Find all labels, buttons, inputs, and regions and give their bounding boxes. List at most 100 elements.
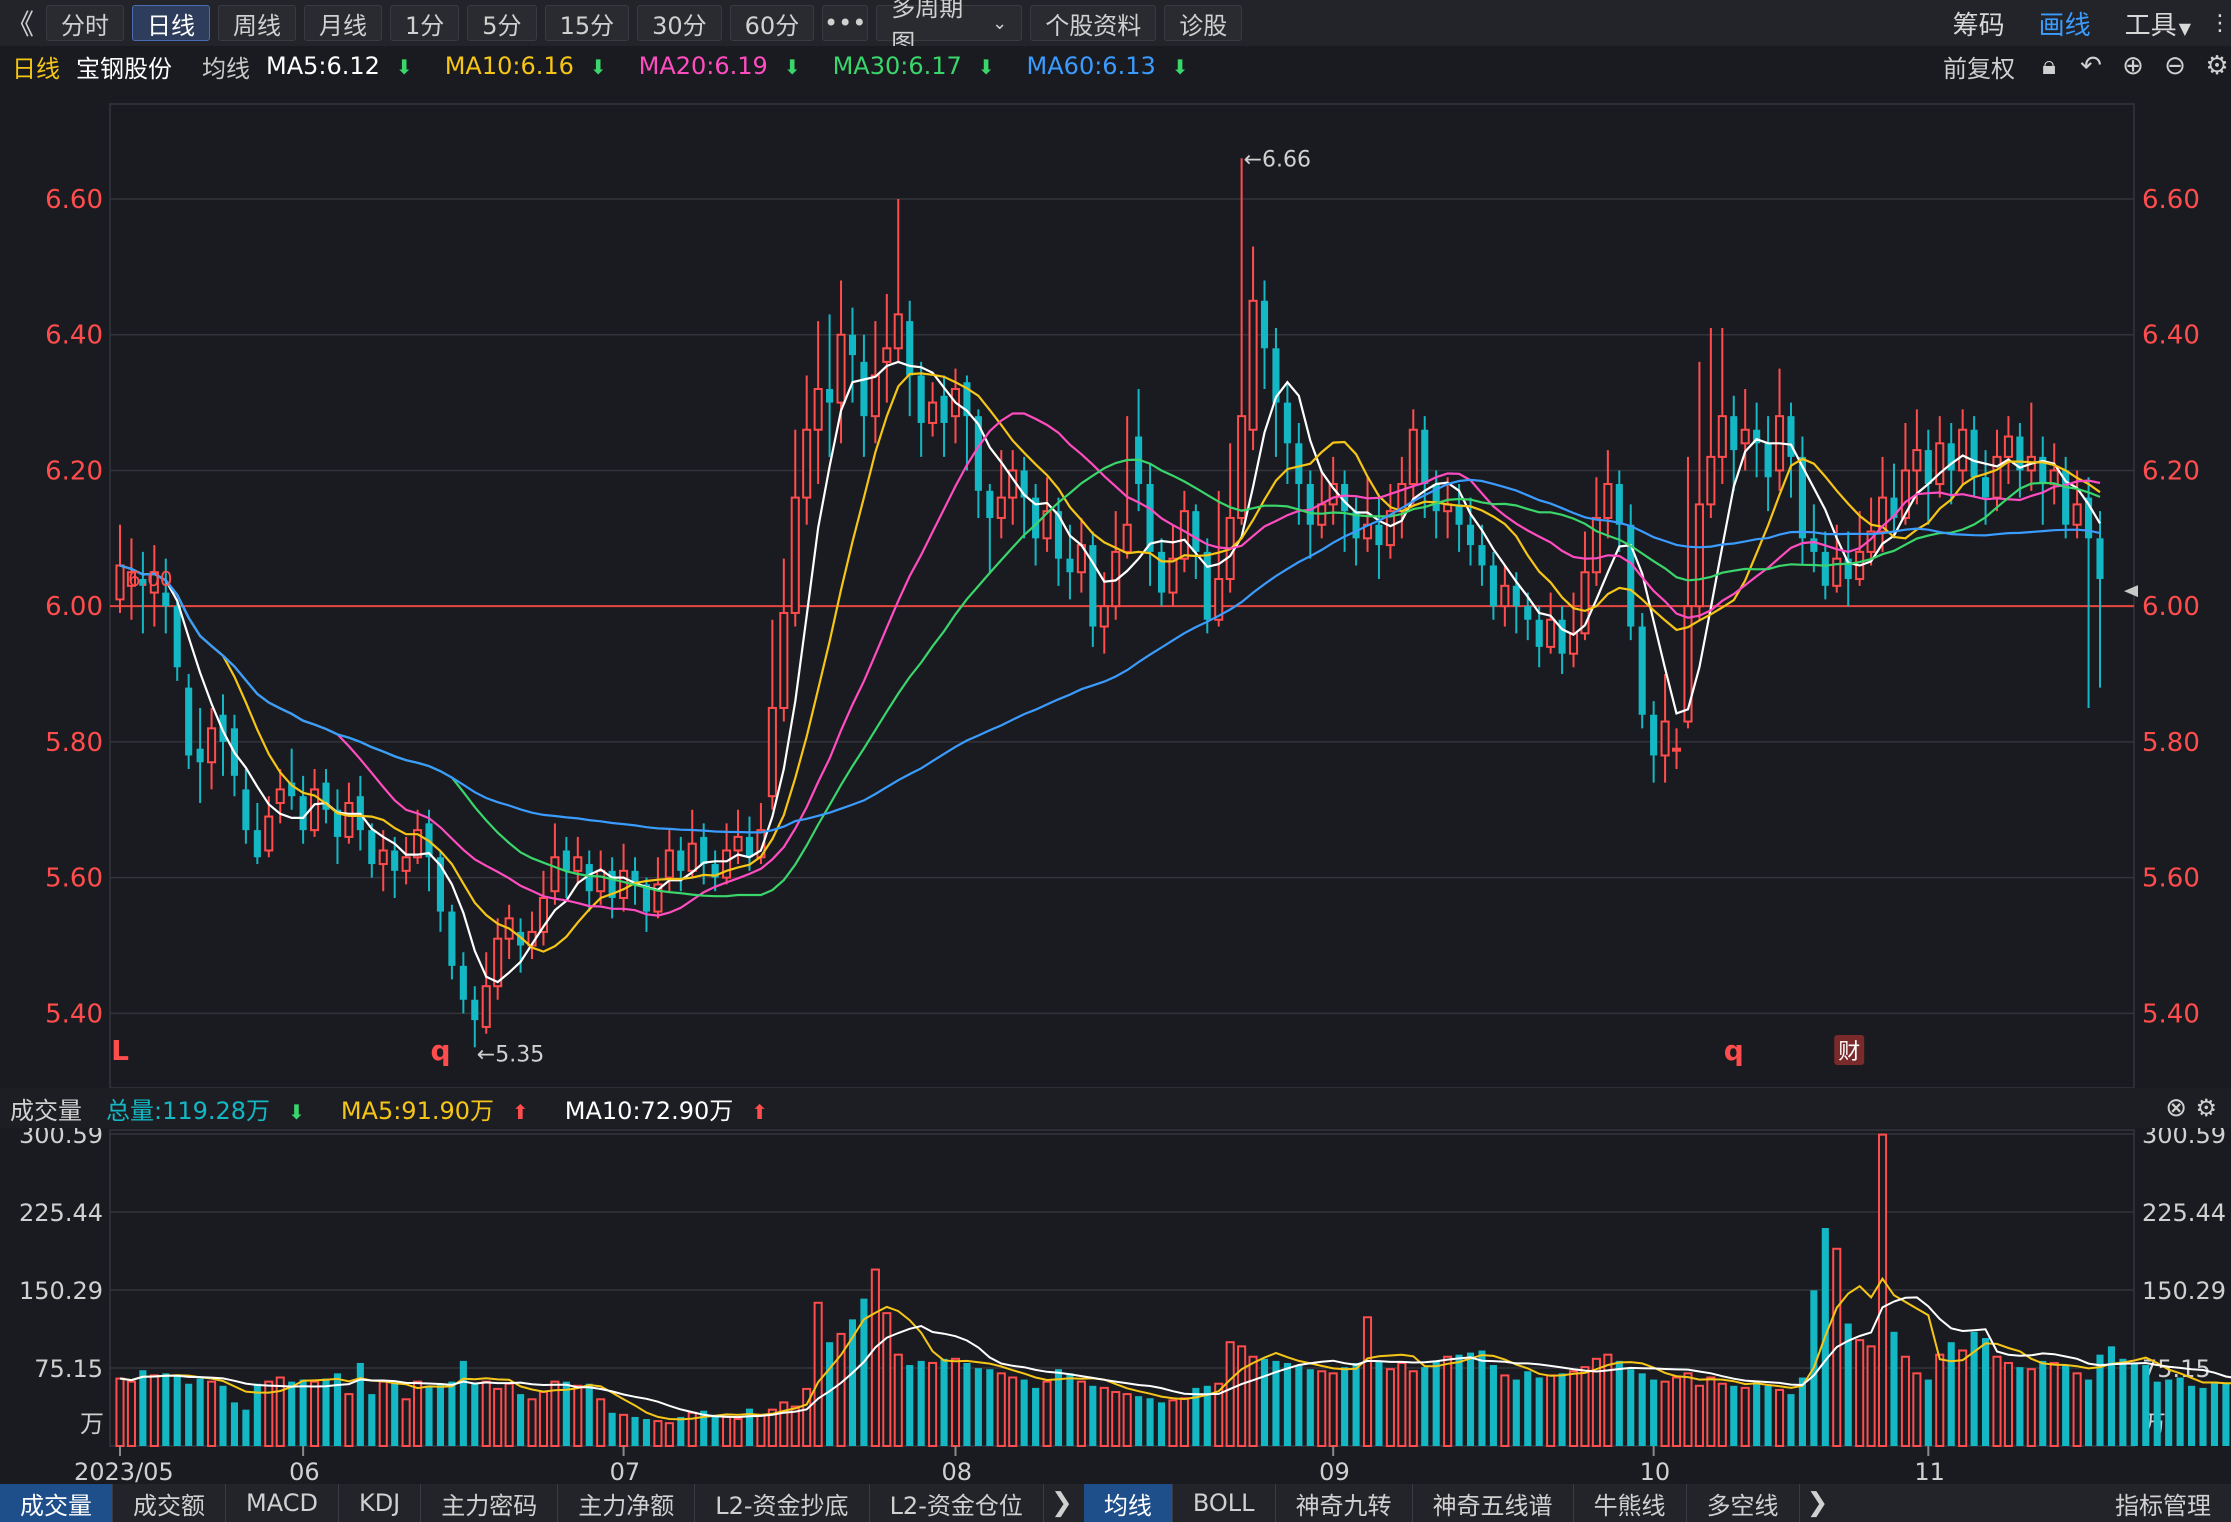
back-icon[interactable]: 《	[6, 3, 34, 43]
settings-icon[interactable]: ⚙	[2195, 1094, 2217, 1122]
indicator-tab[interactable]: 主力密码	[421, 1484, 559, 1522]
volume-tick-label-left: 300.59	[19, 1128, 103, 1149]
volume-bar-down	[2210, 1381, 2218, 1446]
volume-bar-up	[870, 1268, 880, 1447]
close-icon[interactable]: ⊗	[2165, 1093, 2187, 1123]
indicator-tab[interactable]: 主力净额	[558, 1484, 696, 1522]
zoom-in-icon[interactable]: ⊕	[2119, 51, 2147, 81]
volume-bar-down	[139, 1370, 147, 1446]
candle-body-down	[1066, 558, 1074, 573]
candle-body-up	[2003, 435, 2013, 458]
price-tick-label-right: 5.60	[2142, 864, 2200, 894]
volume-chart[interactable]: 300.59 300.59 225.44 225.44 150.29 150.29 75.1…	[0, 1128, 2231, 1484]
volume-bar-down	[1421, 1367, 1429, 1446]
indicator-tab[interactable]: KDJ	[339, 1484, 422, 1522]
volume-grid	[110, 1133, 2134, 1369]
period-button[interactable]: 1分	[390, 5, 460, 41]
period-button[interactable]: 日线	[132, 5, 210, 41]
indicator-tab[interactable]: L2-资金仓位	[870, 1484, 1044, 1522]
period-button[interactable]: 15分	[544, 5, 630, 41]
volume-bar-down	[917, 1360, 925, 1446]
period-button[interactable]: 周线	[218, 5, 296, 41]
indicator-tab[interactable]: 成交额	[113, 1484, 226, 1522]
candle-body-up	[687, 842, 697, 872]
candle-body-down	[562, 850, 570, 871]
candle-body-down	[1524, 606, 1532, 620]
corner-grip-icon[interactable]: ⋮	[2209, 11, 2231, 36]
chips-button[interactable]: 筹码	[1953, 5, 2005, 42]
month-label: 06	[289, 1458, 320, 1484]
zoom-out-icon[interactable]: ⊖	[2161, 51, 2189, 81]
volume-bar-up	[653, 1420, 663, 1447]
price-chart[interactable]: 6.60 6.60 6.40 6.40 6.20 6.20 6.00 6.00 5.80 5.80…	[0, 86, 2231, 1088]
candle-body-down	[1455, 504, 1463, 525]
settings-icon[interactable]: ⚙	[2203, 51, 2231, 81]
volume-bar-up	[1958, 1349, 1968, 1447]
ma10-legend: MA10:6.16 ⬇	[445, 52, 623, 80]
volume-bar-down	[906, 1365, 914, 1446]
candle-body-down	[253, 830, 261, 858]
indicator-tab[interactable]: 成交量	[0, 1484, 113, 1522]
candle-body-down	[1650, 714, 1658, 756]
volume-bar-up	[893, 1353, 903, 1447]
chevron-right-icon[interactable]: ❯	[1800, 1484, 1836, 1522]
indicator-tab[interactable]: 多空线	[1687, 1484, 1800, 1522]
lock-icon[interactable]: 🔒︎	[2035, 51, 2063, 81]
ma-label[interactable]: 均线	[202, 49, 250, 84]
candle-body-down	[2096, 538, 2104, 580]
draw-button[interactable]: 画线	[2039, 5, 2091, 42]
indicator-tab[interactable]: 神奇九转	[1276, 1484, 1413, 1522]
volume-bar-up	[1248, 1355, 1258, 1447]
candle-body-down	[242, 789, 250, 831]
indicator-tab[interactable]: MACD	[226, 1484, 339, 1522]
candle-body-up	[1546, 618, 1556, 648]
volume-bar-down	[1054, 1369, 1063, 1446]
price-tick-label-left: 5.40	[45, 999, 103, 1029]
volume-bar-down	[986, 1369, 994, 1446]
period-button[interactable]: 分时	[46, 5, 124, 41]
period-button[interactable]: 月线	[304, 5, 382, 41]
volume-bar-up	[344, 1393, 354, 1447]
indicator-tab[interactable]: 均线	[1083, 1484, 1173, 1522]
volume-bar-down	[711, 1414, 719, 1446]
candle-body-down	[1466, 524, 1475, 546]
candle-body-up	[1832, 557, 1842, 587]
multi-period-button[interactable]: 多周期图 ⌄	[876, 0, 1023, 57]
ma60-value: MA60:6.13	[1026, 52, 1156, 80]
period-button[interactable]: 30分	[637, 5, 722, 41]
volume-bar-up	[1362, 1316, 1373, 1447]
volume-bar-down	[2085, 1379, 2093, 1446]
candle-body-up	[1671, 747, 1682, 752]
indicator-tab[interactable]: 牛熊线	[1574, 1484, 1687, 1522]
tools-button[interactable]: 工具 ▼	[2125, 5, 2191, 42]
volume-bar-down	[642, 1419, 651, 1446]
volume-tick-label-left: 225.44	[19, 1199, 103, 1227]
diagnose-button[interactable]: 诊股	[1164, 5, 1243, 41]
stock-info-button[interactable]: 个股资料	[1030, 5, 1157, 41]
period-toolbar: 《 分时 日线 周线 月线 1分 5分 15分 30分 60分 ••• 多周期图 ⌄ 个股资料 …	[0, 0, 2231, 57]
indicator-tab[interactable]: BOLL	[1173, 1484, 1276, 1522]
period-button[interactable]: 60分	[729, 5, 815, 41]
volume-bar-up	[1122, 1393, 1132, 1447]
period-button[interactable]: 5分	[467, 5, 537, 41]
chevron-right-icon[interactable]: ❯	[1044, 1484, 1080, 1522]
volume-bar-up	[527, 1398, 537, 1448]
undo-icon[interactable]: ↶	[2077, 51, 2105, 81]
volume-bar-up	[378, 1380, 388, 1447]
volume-bar-up	[1179, 1397, 1189, 1448]
indicator-manage-button[interactable]: 指标管理	[2095, 1484, 2231, 1522]
indicator-tab[interactable]: L2-资金抄底	[695, 1484, 870, 1522]
adjust-label[interactable]: 前复权	[1943, 49, 2015, 84]
volume-bar-down	[1787, 1394, 1795, 1446]
indicator-tabs: 成交量 成交额 MACD KDJ 主力密码 主力净额 L2-资金抄底 L2-资金仓位 ❯ 均线…	[0, 1484, 2231, 1522]
ma20-value: MA20:6.19	[638, 52, 768, 80]
volume-label[interactable]: 成交量	[10, 1091, 82, 1126]
volume-bar-down	[2039, 1360, 2047, 1446]
candle-body-up	[1500, 584, 1510, 608]
indicator-tab[interactable]: 神奇五线谱	[1413, 1484, 1574, 1522]
candle-body-up	[996, 496, 1006, 519]
low-annotation: ←5.35	[477, 1042, 544, 1067]
current-price-pointer	[2124, 585, 2138, 598]
caret-down-icon: ▼	[2178, 18, 2191, 38]
more-button[interactable]: •••	[822, 5, 869, 41]
